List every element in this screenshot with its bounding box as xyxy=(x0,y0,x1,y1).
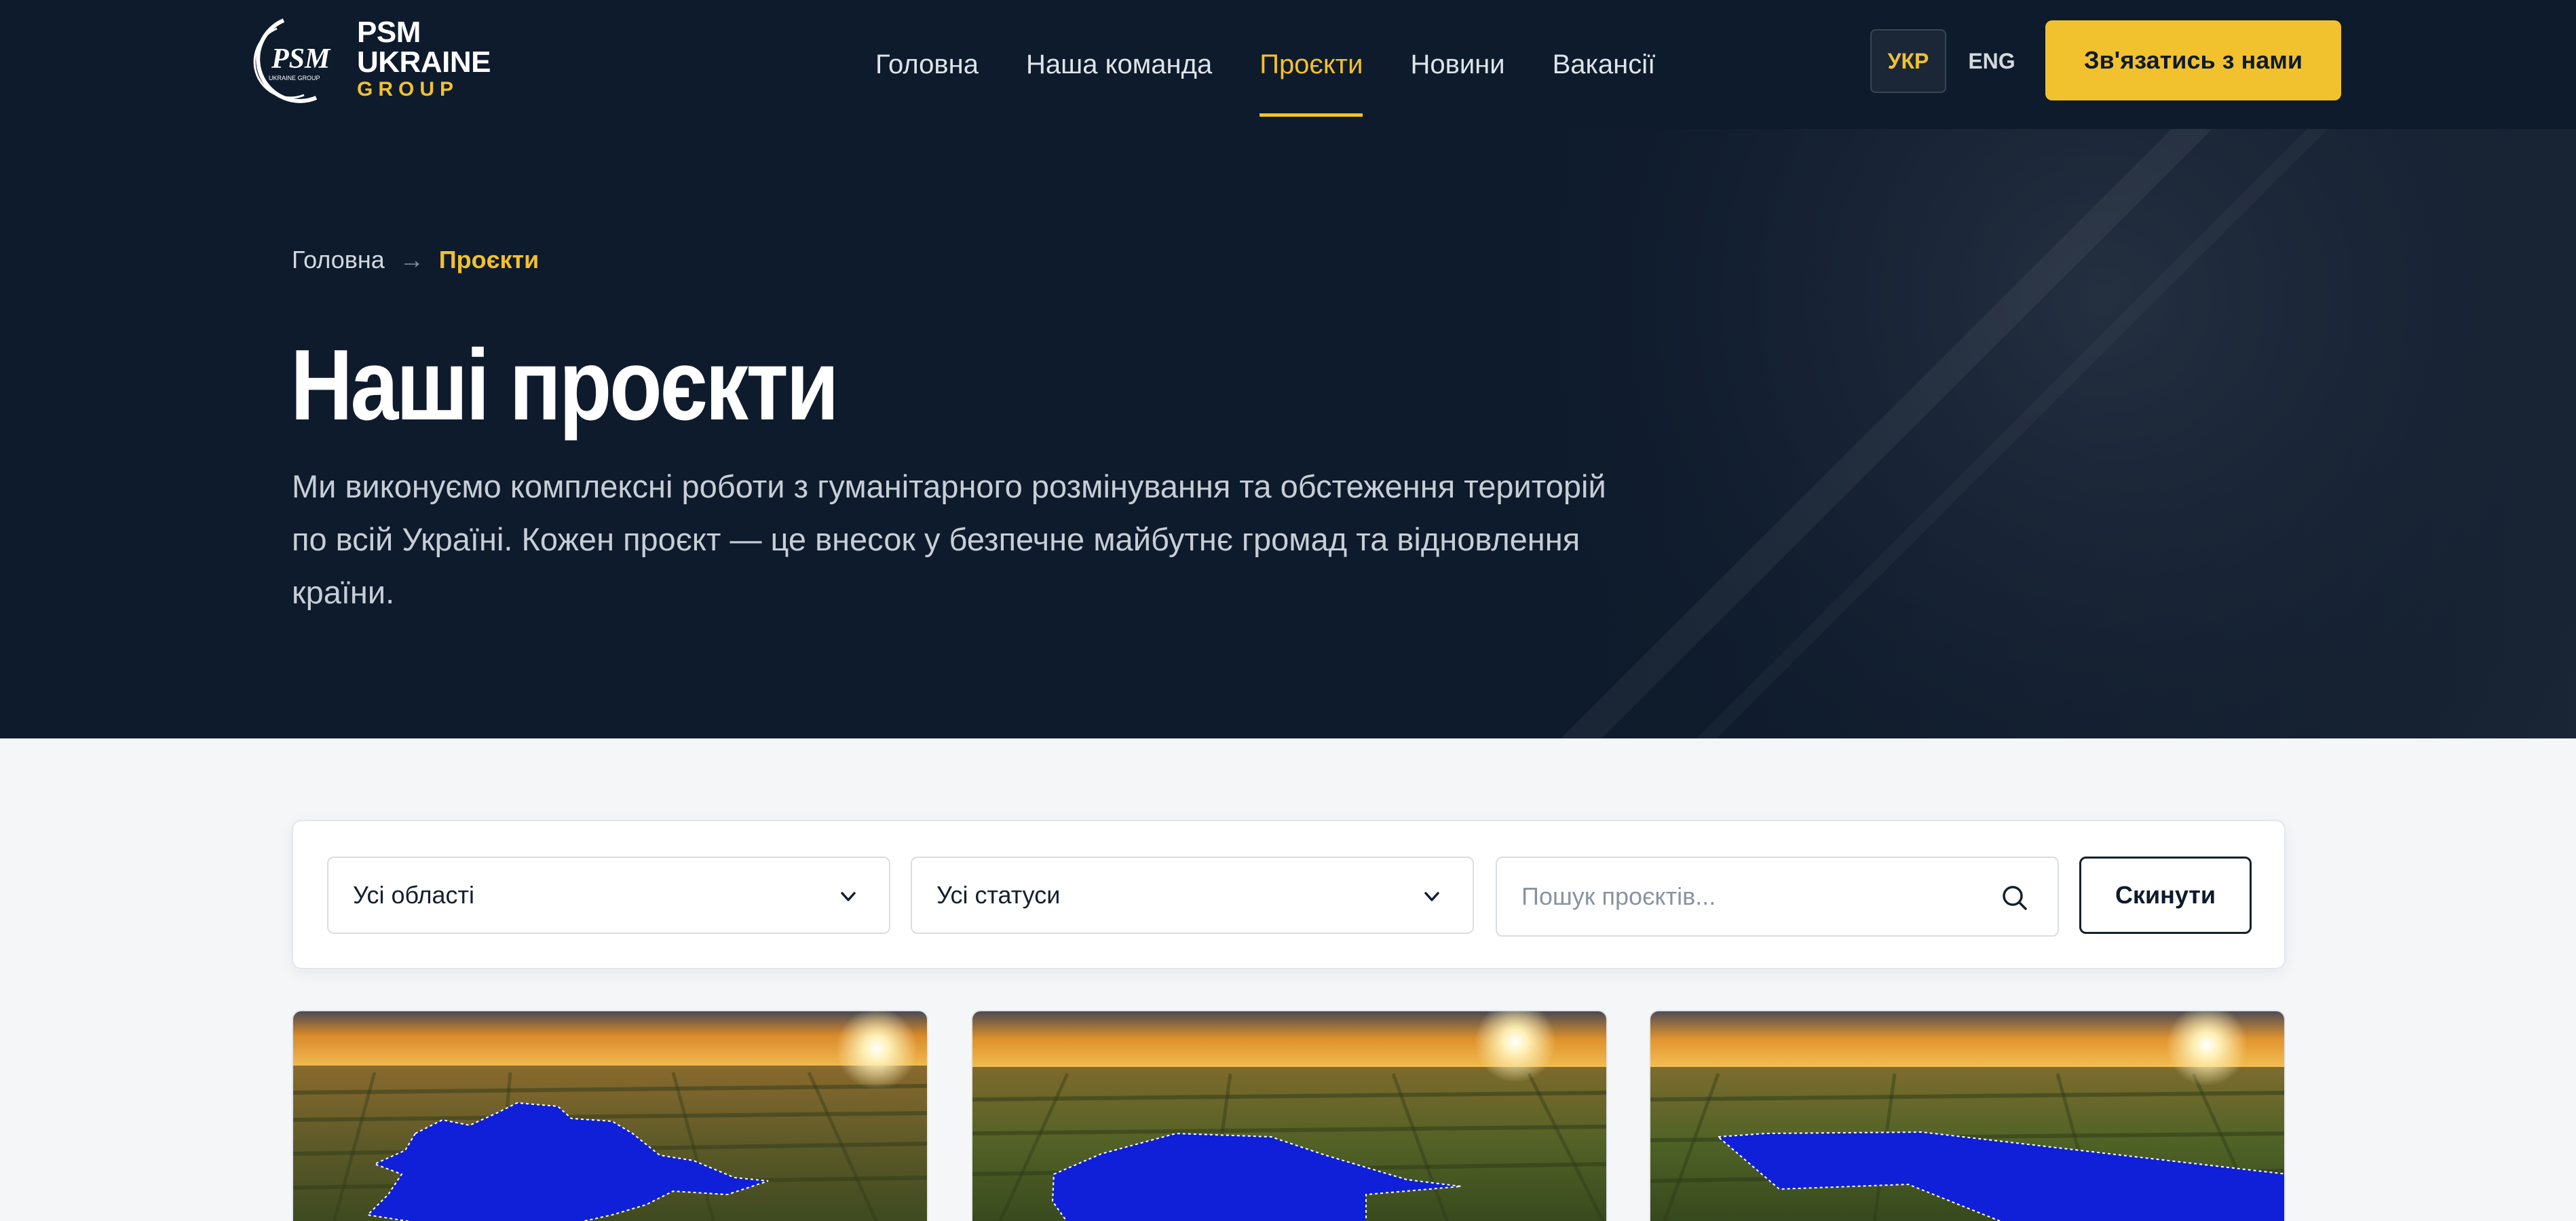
project-card[interactable] xyxy=(971,1010,1608,1221)
reset-button[interactable]: Скинути xyxy=(2079,857,2252,934)
lang-eng-button[interactable]: ENG xyxy=(1954,29,2029,93)
breadcrumb-home[interactable]: Головна xyxy=(292,246,385,274)
main-nav: Головна Наша команда Проєкти Новини Вака… xyxy=(875,0,1703,129)
search-field[interactable] xyxy=(1496,857,2059,937)
project-image xyxy=(1650,1011,2284,1221)
page-description: Ми виконуємо комплексні роботи з гуманіт… xyxy=(292,468,1606,610)
project-image xyxy=(293,1011,927,1221)
status-select[interactable]: Усі статуси xyxy=(911,857,1474,934)
chevron-down-icon xyxy=(841,892,856,901)
site-header: PSM UKRAINE GROUP PSM UKRAINE GROUP Голо… xyxy=(0,0,2576,129)
page-title: Наші проєкти xyxy=(290,329,839,441)
chevron-down-icon xyxy=(1424,892,1439,901)
nav-item-news[interactable]: Новини xyxy=(1410,0,1504,129)
logo-mark-subtext: UKRAINE GROUP xyxy=(269,75,320,81)
region-select[interactable]: Усі області xyxy=(327,857,890,934)
contact-us-button[interactable]: Зв'язатись з нами xyxy=(2045,20,2341,100)
filters-panel: Усі області Усі статуси Скинути xyxy=(292,820,2286,969)
logo-line-2: UKRAINE xyxy=(357,45,491,79)
logo-line-1: PSM xyxy=(357,16,421,49)
breadcrumb-current: Проєкти xyxy=(438,246,539,274)
logo-line-3: GROUP xyxy=(357,78,459,100)
project-card[interactable] xyxy=(292,1010,928,1221)
search-icon[interactable] xyxy=(2001,884,2029,912)
nav-item-projects[interactable]: Проєкти xyxy=(1259,0,1363,129)
nav-item-team[interactable]: Наша команда xyxy=(1026,0,1212,129)
search-input[interactable] xyxy=(1521,882,1956,911)
lang-ukr-button[interactable]: УКР xyxy=(1870,29,1946,93)
breadcrumb: Головна → Проєкти xyxy=(292,246,539,274)
nav-item-vacancies[interactable]: Вакансії xyxy=(1553,0,1656,129)
project-image xyxy=(972,1011,1606,1221)
nav-item-home[interactable]: Головна xyxy=(875,0,979,129)
logo-mark-icon: PSM UKRAINE GROUP xyxy=(253,18,331,103)
breadcrumb-separator: → xyxy=(399,246,424,274)
region-select-value: Усі області xyxy=(353,881,474,909)
logo-wordmark: PSM UKRAINE GROUP xyxy=(357,18,491,102)
logo[interactable]: PSM UKRAINE GROUP PSM UKRAINE GROUP xyxy=(236,15,491,107)
project-card[interactable] xyxy=(1649,1010,2286,1221)
logo-mark-text: PSM xyxy=(271,43,331,75)
status-select-value: Усі статуси xyxy=(936,881,1061,909)
hero-section: Головна → Проєкти Наші проєкти Ми викону… xyxy=(0,129,2576,738)
